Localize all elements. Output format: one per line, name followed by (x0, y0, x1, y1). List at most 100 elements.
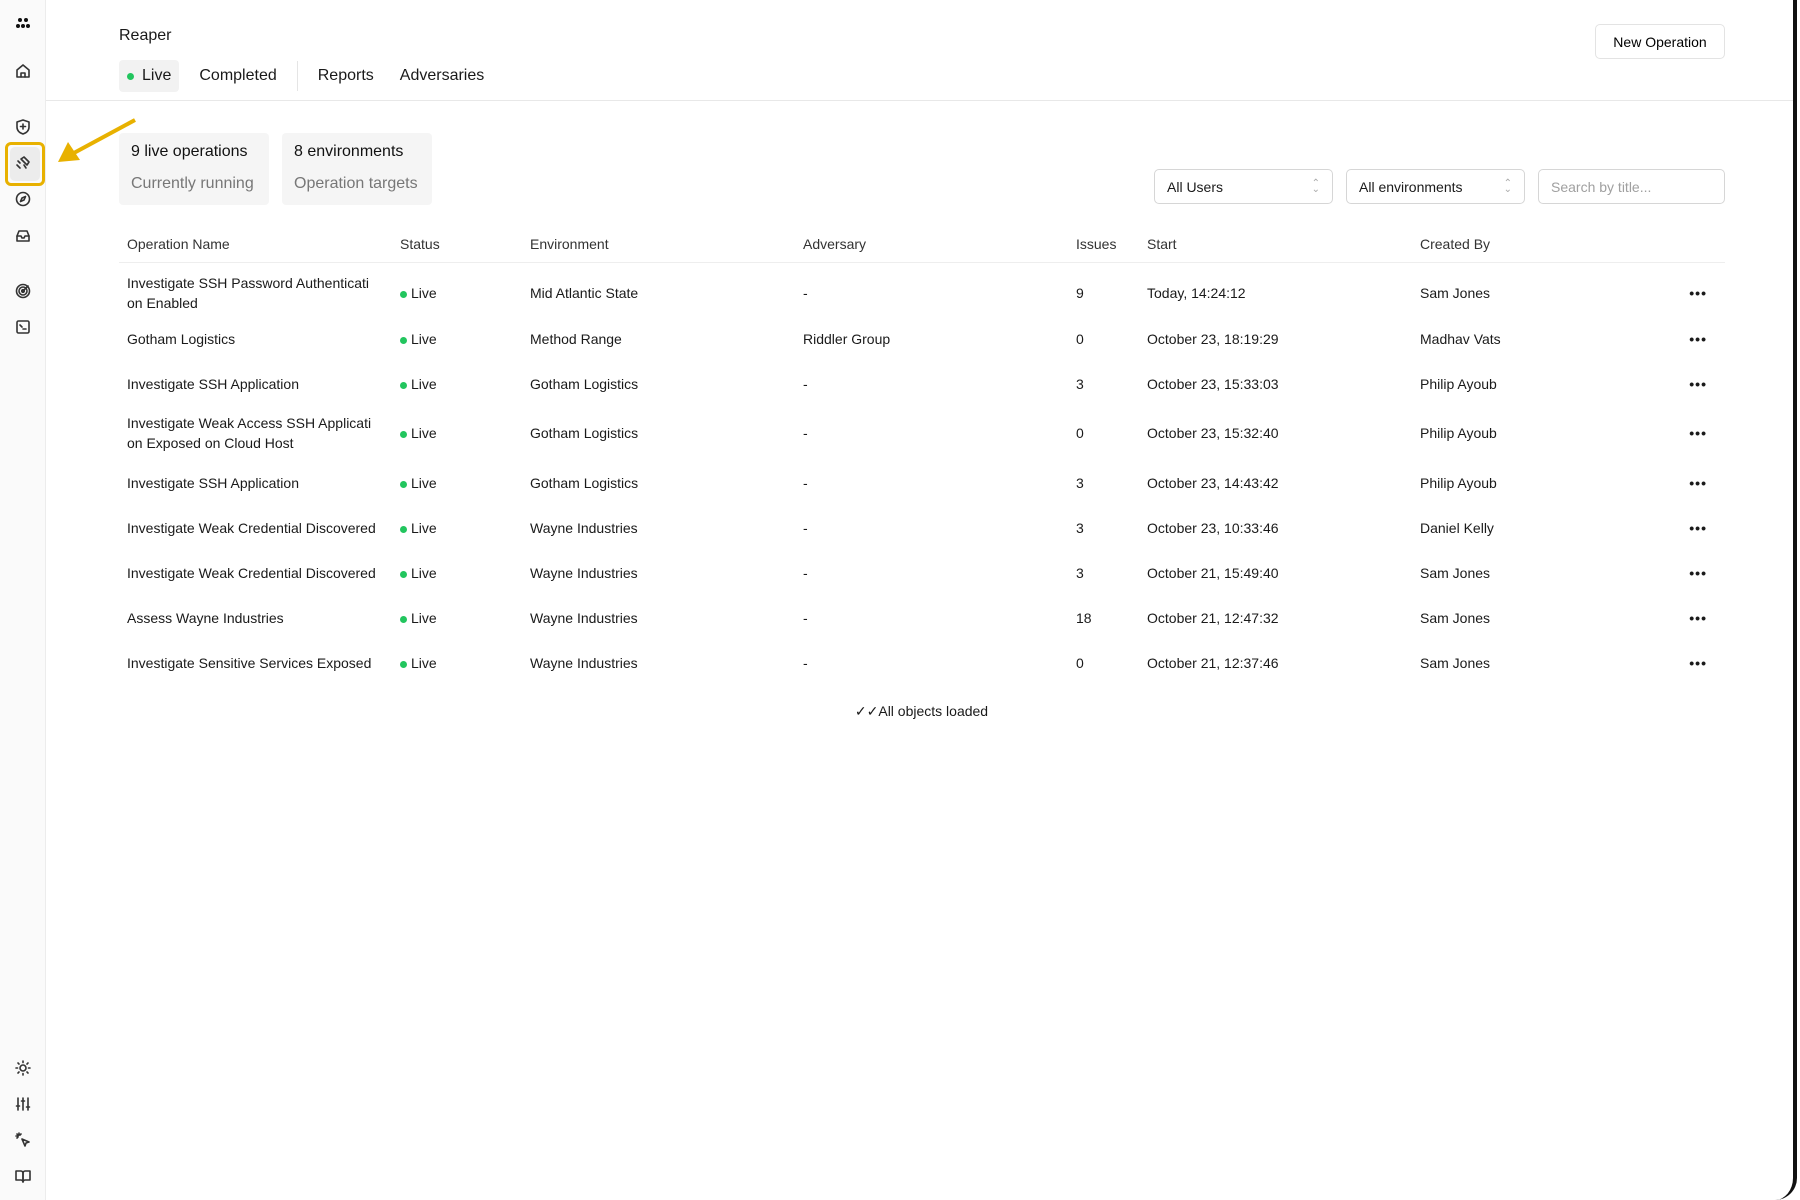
col-issues[interactable]: Issues (1068, 226, 1139, 263)
col-start[interactable]: Start (1139, 226, 1412, 263)
more-options-icon[interactable]: ••• (1612, 640, 1725, 685)
table-row[interactable]: Investigate SSH Password Authenticati on… (119, 262, 1725, 316)
live-dot-icon (400, 570, 407, 578)
start-time: October 21, 12:47:32 (1147, 609, 1279, 626)
inbox-icon[interactable] (13, 226, 33, 246)
created-by: Philip Ayoub (1420, 375, 1497, 392)
sliders-icon[interactable] (13, 1094, 33, 1114)
more-options-icon[interactable]: ••• (1612, 505, 1725, 550)
environment: Gotham Logistics (530, 375, 639, 392)
issues: 0 (1076, 425, 1084, 441)
adversary: - (803, 654, 808, 671)
table-row[interactable]: Investigate Weak Access SSH Applicati on… (119, 406, 1725, 460)
search-placeholder: Search by title... (1551, 178, 1652, 195)
operations-icon[interactable] (13, 153, 33, 173)
users-select[interactable]: All Users ⌃ ⌄ (1154, 169, 1333, 204)
live-dot-icon (400, 381, 407, 389)
table-row[interactable]: Gotham Logistics Live Method Range Riddl… (119, 316, 1725, 361)
created-by: Sam Jones (1420, 654, 1491, 671)
sidebar (0, 0, 46, 1200)
operation-name[interactable]: Investigate SSH Password Authenticati on… (119, 262, 392, 316)
operation-name[interactable]: Investigate Sensitive Services Exposed (119, 640, 392, 685)
logo-icon[interactable] (13, 13, 33, 33)
sun-icon[interactable] (13, 1058, 33, 1078)
environment: Method Range (530, 330, 622, 347)
status-badge: Live (392, 406, 522, 460)
col-environment[interactable]: Environment (522, 226, 795, 263)
more-options-icon[interactable]: ••• (1612, 550, 1725, 595)
table-row[interactable]: Investigate SSH Application Live Gotham … (119, 361, 1725, 406)
environments-select[interactable]: All environments ⌃ ⌄ (1346, 169, 1525, 204)
table-row[interactable]: Investigate Sensitive Services Exposed L… (119, 640, 1725, 685)
adversary: - (803, 474, 808, 491)
status-badge: Live (392, 460, 522, 505)
col-operation-name[interactable]: Operation Name (119, 226, 392, 263)
environment: Wayne Industries (530, 519, 638, 536)
new-operation-button[interactable]: New Operation (1595, 24, 1725, 59)
environment: Wayne Industries (530, 564, 638, 581)
all-loaded-status: ✓✓All objects loaded (0, 703, 1793, 720)
environment: Mid Atlantic State (530, 285, 639, 302)
table-row[interactable]: Investigate Weak Credential Discovered L… (119, 550, 1725, 595)
more-options-icon[interactable]: ••• (1612, 406, 1725, 460)
status-badge: Live (392, 595, 522, 640)
adversary: - (803, 285, 808, 302)
start-time: October 21, 15:49:40 (1147, 564, 1279, 581)
issues: 0 (1076, 654, 1084, 671)
operation-name[interactable]: Gotham Logistics (119, 316, 392, 361)
table-row[interactable]: Assess Wayne Industries Live Wayne Indus… (119, 595, 1725, 640)
start-time: Today, 14:24:12 (1147, 285, 1246, 302)
operation-name[interactable]: Investigate Weak Credential Discovered (119, 505, 392, 550)
status-label: Live (411, 330, 437, 347)
col-adversary[interactable]: Adversary (795, 226, 1068, 263)
col-status[interactable]: Status (392, 226, 522, 263)
status-label: Live (411, 474, 437, 491)
status-label: Live (411, 609, 437, 626)
issues: 18 (1076, 609, 1092, 626)
more-options-icon[interactable]: ••• (1612, 460, 1725, 505)
start-time: October 23, 15:32:40 (1147, 425, 1279, 441)
status-label: Live (411, 519, 437, 536)
col-actions (1612, 226, 1725, 263)
created-by: Daniel Kelly (1420, 519, 1494, 536)
radar-icon[interactable] (13, 281, 33, 301)
col-created-by[interactable]: Created By (1412, 226, 1612, 263)
live-dot-icon (400, 336, 407, 344)
table-header: Operation Name Status Environment Advers… (119, 226, 1725, 263)
table-row[interactable]: Investigate SSH Application Live Gotham … (119, 460, 1725, 505)
live-dot-icon (400, 525, 407, 533)
more-options-icon[interactable]: ••• (1612, 595, 1725, 640)
operation-name[interactable]: Investigate SSH Application (119, 361, 392, 406)
more-options-icon[interactable]: ••• (1612, 316, 1725, 361)
terminal-icon[interactable] (13, 317, 33, 337)
book-icon[interactable] (13, 1166, 33, 1186)
start-time: October 23, 15:33:03 (1147, 375, 1279, 392)
operation-name[interactable]: Investigate Weak Access SSH Applicati on… (119, 406, 392, 460)
shield-icon[interactable] (13, 117, 33, 137)
tab-reports[interactable]: Reports (308, 60, 384, 92)
tab-completed[interactable]: Completed (189, 60, 286, 92)
issues: 0 (1076, 330, 1084, 347)
operation-name[interactable]: Investigate Weak Credential Discovered (119, 550, 392, 595)
created-by: Sam Jones (1420, 564, 1491, 581)
environment: Wayne Industries (530, 654, 638, 671)
home-icon[interactable] (13, 61, 33, 81)
operation-name[interactable]: Investigate SSH Application (119, 460, 392, 505)
more-options-icon[interactable]: ••• (1612, 361, 1725, 406)
adversary: - (803, 564, 808, 581)
tab-label: Live (142, 67, 172, 84)
operations-table: Operation Name Status Environment Advers… (119, 226, 1725, 685)
users-select-value: All Users (1167, 178, 1224, 195)
compass-icon[interactable] (13, 189, 33, 209)
stat-card-environments: 8 environments Operation targets (282, 133, 432, 205)
search-input[interactable]: Search by title... (1538, 169, 1725, 204)
operation-name[interactable]: Assess Wayne Industries (119, 595, 392, 640)
tab-adversaries[interactable]: Adversaries (390, 60, 494, 92)
more-options-icon[interactable]: ••• (1612, 262, 1725, 316)
cursor-click-icon[interactable] (13, 1130, 33, 1150)
tab-live[interactable]: Live (119, 60, 180, 92)
start-time: October 23, 18:19:29 (1147, 330, 1279, 347)
adversary: - (803, 519, 808, 536)
table-row[interactable]: Investigate Weak Credential Discovered L… (119, 505, 1725, 550)
created-by: Sam Jones (1420, 609, 1491, 626)
